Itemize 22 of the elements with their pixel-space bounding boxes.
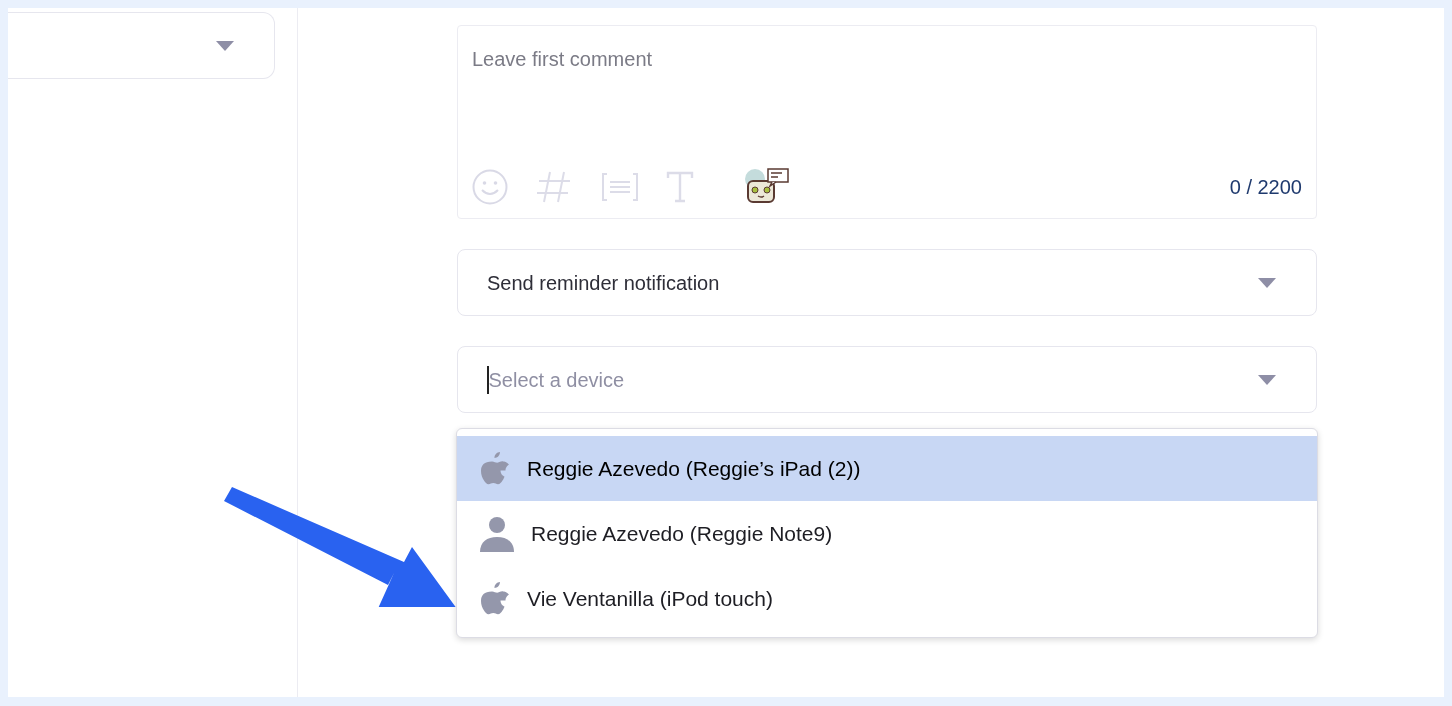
apple-icon bbox=[479, 580, 511, 617]
caret-icon bbox=[1258, 374, 1276, 385]
text-cursor bbox=[487, 365, 489, 394]
device-option[interactable]: Reggie Azevedo (Reggie Note9) bbox=[457, 501, 1317, 566]
apple-icon bbox=[479, 450, 511, 487]
person-icon bbox=[479, 515, 515, 552]
device-option[interactable]: Vie Ventanilla (iPod touch) bbox=[457, 566, 1317, 631]
hashtag-icon[interactable] bbox=[536, 170, 572, 204]
robot-icon[interactable] bbox=[744, 168, 790, 206]
device-option[interactable]: Reggie Azevedo (Reggie’s iPad (2)) bbox=[457, 436, 1317, 501]
caret-icon bbox=[1258, 277, 1276, 288]
text-format-icon[interactable] bbox=[666, 171, 694, 203]
device-select[interactable]: Select a device bbox=[457, 346, 1317, 413]
caret-icon bbox=[216, 40, 234, 51]
comment-box[interactable]: Leave first comment 0 / 2200 bbox=[457, 25, 1317, 219]
reminder-dropdown[interactable]: Send reminder notification bbox=[457, 249, 1317, 316]
comment-input[interactable]: Leave first comment bbox=[472, 44, 1302, 168]
character-counter: 0 / 2200 bbox=[1229, 175, 1302, 200]
text-block-icon[interactable] bbox=[602, 173, 638, 201]
smiley-icon[interactable] bbox=[472, 169, 508, 205]
device-input[interactable]: Select a device bbox=[488, 364, 1258, 395]
dropdown[interactable] bbox=[8, 12, 275, 79]
